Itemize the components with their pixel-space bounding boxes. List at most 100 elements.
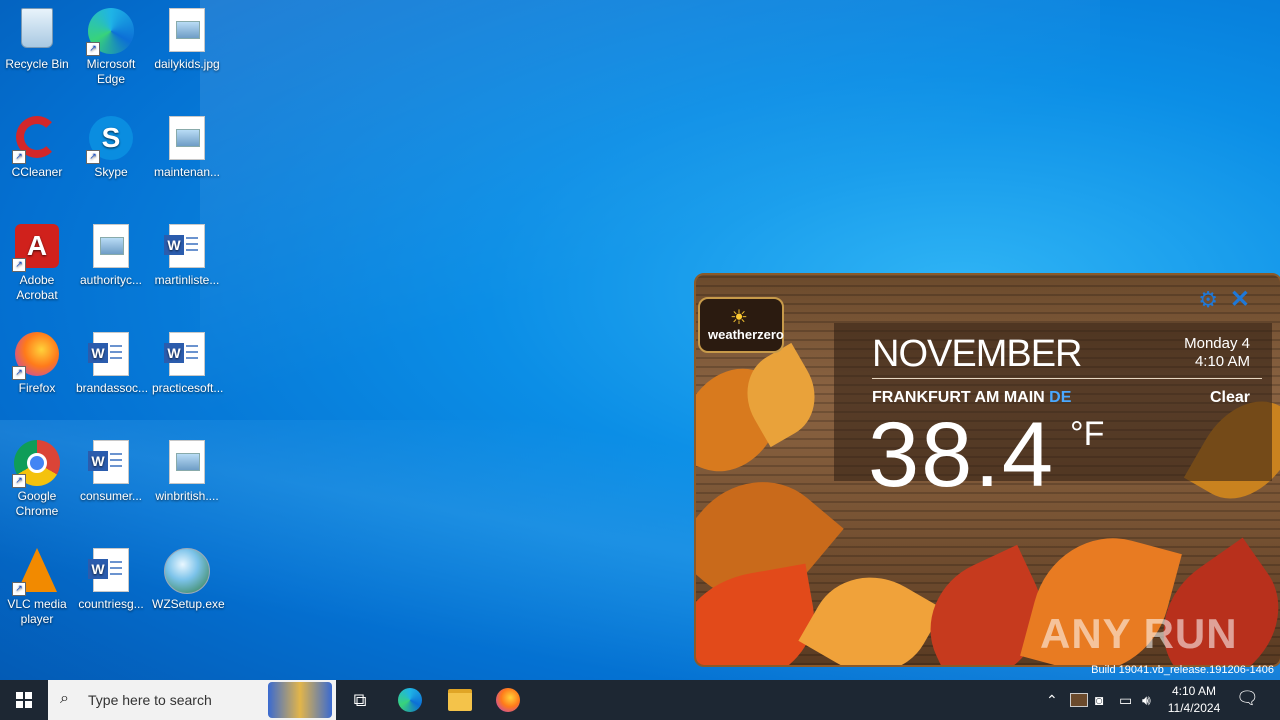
desktop-icon-label: martinliste... [154, 273, 220, 287]
divider [872, 378, 1262, 379]
weather-tray-icon [1070, 693, 1088, 707]
desktop-icon-label: Skype [94, 165, 128, 179]
desktop-icon-label: practicesoft... [152, 381, 224, 395]
firefox-icon: ↗ [12, 332, 60, 380]
vlc-cone-icon: ↗ [12, 548, 60, 596]
desktop-icon-word-doc[interactable]: W martinliste... [150, 218, 224, 288]
word-document-icon: W [88, 548, 134, 594]
temperature-unit: °F [1070, 415, 1105, 453]
image-file-icon [164, 116, 210, 162]
search-icon: ⌕ [60, 690, 69, 707]
desktop-icon-label: Microsoft Edge [86, 57, 136, 86]
close-icon[interactable]: ✕ [1230, 285, 1250, 314]
time-label: 4:10 AM [1194, 353, 1250, 370]
shortcut-arrow-icon: ↗ [12, 258, 26, 272]
adobe-acrobat-icon: A ↗ [12, 224, 60, 272]
task-view-button[interactable]: ⧉ [336, 680, 384, 720]
desktop-icon-skype[interactable]: S ↗ Skype [74, 110, 148, 180]
desktop-icon-vlc[interactable]: ↗ VLC media player [0, 542, 74, 627]
tray-camera-button[interactable]: ◙ [1095, 680, 1103, 720]
desktop-icon-ccleaner[interactable]: ↗ CCleaner [0, 110, 74, 180]
desktop-icon-label: authorityc... [79, 273, 143, 287]
desktop-icon-google-chrome[interactable]: ↗ Google Chrome [0, 434, 74, 519]
shortcut-arrow-icon: ↗ [12, 150, 26, 164]
desktop-icon-label: countriesg... [78, 597, 144, 611]
desktop-icon-image-file[interactable]: dailykids.jpg [150, 2, 224, 72]
desktop-icon-label: winbritish.... [155, 489, 219, 503]
desktop-icon-wzsetup[interactable]: WZSetup.exe [150, 542, 225, 612]
desktop-icon-word-doc[interactable]: W brandassoc... [74, 326, 148, 396]
clock-time: 4:10 AM [1171, 684, 1217, 698]
tray-network-button[interactable]: ▭ [1119, 680, 1132, 720]
desktop-icon-image-file[interactable]: winbritish.... [150, 434, 224, 504]
desktop-icon-word-doc[interactable]: W consumer... [74, 434, 148, 504]
desktop-icon-label: WZSetup.exe [152, 597, 225, 611]
desktop-icon-label: Firefox [18, 381, 56, 395]
notification-center-button[interactable]: 🗨︎ [1236, 688, 1259, 710]
desktop-icon-label: consumer... [79, 489, 143, 503]
taskbar-firefox-button[interactable] [484, 680, 532, 720]
anyrun-watermark: ANY RUN [1040, 610, 1238, 657]
folder-icon [448, 689, 472, 711]
shortcut-arrow-icon: ↗ [12, 366, 26, 380]
chevron-up-icon: ⌃ [1046, 691, 1058, 708]
volume-icon: 🔊︎ [1142, 691, 1151, 708]
desktop-icon-label: Adobe Acrobat [16, 273, 58, 302]
desktop-icon-adobe-acrobat[interactable]: A ↗ Adobe Acrobat [0, 218, 74, 303]
desktop-icon-image-file[interactable]: authorityc... [74, 218, 148, 288]
word-document-icon: W [88, 332, 134, 378]
start-button[interactable] [0, 680, 48, 720]
logo-text: weatherzero [708, 327, 784, 342]
taskbar-search-box[interactable]: ⌕ Type here to search [48, 680, 336, 720]
shortcut-arrow-icon: ↗ [86, 42, 100, 56]
google-chrome-icon: ↗ [12, 440, 60, 488]
month-label: NOVEMBER [872, 333, 1082, 375]
taskbar-file-explorer-button[interactable] [436, 680, 484, 720]
recycle-bin-icon [14, 8, 60, 54]
weather-widget[interactable]: ☀ weatherzero ⚙ ✕ NOVEMBER Monday 4 4:10… [694, 273, 1280, 667]
desktop-icon-word-doc[interactable]: W countriesg... [74, 542, 148, 612]
desktop-icon-word-doc[interactable]: W practicesoft... [150, 326, 224, 396]
skype-icon: S ↗ [86, 116, 134, 164]
image-file-icon [88, 224, 134, 270]
camera-icon: ◙ [1095, 692, 1104, 708]
firefox-icon [496, 688, 520, 712]
desktop-icon-recycle-bin[interactable]: Recycle Bin [0, 2, 74, 72]
taskbar-edge-button[interactable] [386, 680, 434, 720]
word-document-icon: W [164, 332, 210, 378]
desktop-icon-firefox[interactable]: ↗ Firefox [0, 326, 74, 396]
desktop-icon-label: Google Chrome [15, 489, 59, 518]
installer-globe-icon [164, 548, 210, 594]
word-document-icon: W [88, 440, 134, 486]
day-label: Monday 4 [1184, 335, 1250, 352]
taskbar: ⌕ Type here to search ⧉ ⌃ ◙ ▭ 🔊︎ 4:10 AM… [0, 680, 1280, 720]
ccleaner-icon: ↗ [12, 116, 60, 164]
autumn-leaf-decoration [798, 554, 944, 665]
tray-app-icon[interactable] [1070, 680, 1088, 720]
edge-icon [398, 688, 422, 712]
show-hidden-icons-button[interactable]: ⌃ [1046, 680, 1058, 720]
desktop-icon-label: VLC media player [7, 597, 67, 626]
desktop-icon-label: CCleaner [11, 165, 63, 179]
image-file-icon [164, 440, 210, 486]
date-time: Monday 4 4:10 AM [1184, 335, 1250, 371]
edge-icon: ↗ [86, 8, 134, 56]
build-info: Build 19041.vb_release.191206-1406 [1091, 664, 1274, 676]
network-icon: ▭ [1119, 691, 1133, 708]
tray-volume-button[interactable]: 🔊︎ [1142, 680, 1151, 720]
desktop-icon-image-file[interactable]: maintenan... [150, 110, 224, 180]
temperature-value: 38.4 [868, 404, 1056, 506]
clock-date: 11/4/2024 [1167, 701, 1221, 715]
desktop-icon-label: maintenan... [153, 165, 221, 179]
weatherzero-logo: ☀ weatherzero [698, 297, 784, 353]
taskbar-clock[interactable]: 4:10 AM 11/4/2024 [1162, 683, 1226, 717]
settings-gear-icon[interactable]: ⚙ [1198, 287, 1218, 313]
image-file-icon [164, 8, 210, 54]
desktop-icon-label: dailykids.jpg [154, 57, 220, 71]
desktop-icon-label: brandassoc... [76, 381, 149, 395]
desktop-icon-microsoft-edge[interactable]: ↗ Microsoft Edge [74, 2, 148, 87]
shortcut-arrow-icon: ↗ [86, 150, 100, 164]
word-document-icon: W [164, 224, 210, 270]
search-highlight-image [268, 682, 332, 718]
weather-condition: Clear [1209, 389, 1250, 406]
